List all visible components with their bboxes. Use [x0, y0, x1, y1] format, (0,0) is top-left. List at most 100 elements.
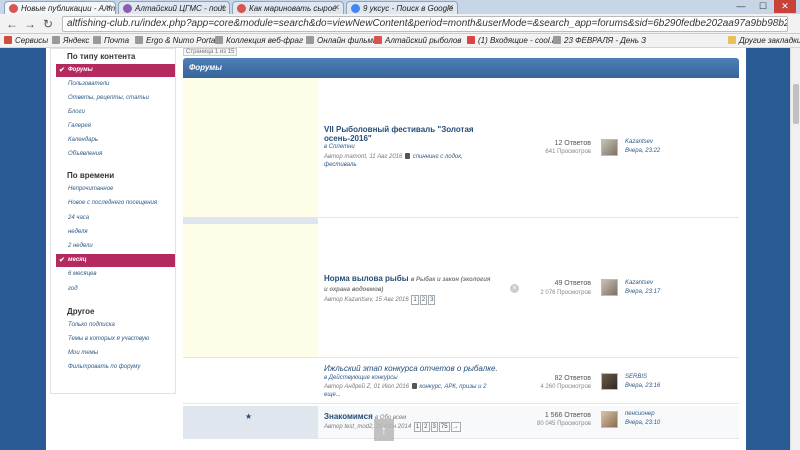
window-controls: — ☐ ✕: [730, 0, 796, 14]
sidebar-item-6months[interactable]: 6 месяцев: [56, 268, 175, 281]
browser-tab-2[interactable]: Алтайский ЦГМС - поис ✕: [118, 1, 230, 14]
bookmark-altfishing[interactable]: Алтайский рыболов: [374, 36, 461, 45]
section-title: Форумы: [189, 63, 223, 72]
topic-title[interactable]: Норма вылова рыбы: [324, 274, 409, 283]
topic-title-link[interactable]: Норма вылова рыбы в Рыбак и закон (эколо…: [324, 274, 494, 294]
last-post-date[interactable]: Вчера, 23:22: [625, 148, 660, 154]
view-count: 80 045 Просмотров: [537, 421, 591, 427]
window-close-icon[interactable]: ✕: [774, 0, 796, 13]
forum-link[interactable]: в Действующие конкурсы: [324, 375, 398, 381]
page-scrollbar[interactable]: [790, 48, 800, 450]
topic-forum-link[interactable]: в Действующие конкурсы: [324, 374, 398, 382]
topic-title-link[interactable]: Ижльский этап конкурса отчетов о рыбалке…: [324, 364, 498, 373]
sidebar-item-2weeks[interactable]: 2 недели: [56, 240, 175, 253]
last-poster-link[interactable]: Kazantsev: [625, 280, 653, 286]
sidebar-item-calendar[interactable]: Календарь: [56, 134, 175, 147]
sidebar-item-ads[interactable]: Объявления: [56, 148, 175, 161]
topic-meta: Автор Андрей Z, 01 Июл 2016 конкурс, АРК…: [324, 383, 499, 399]
bookmark-mail[interactable]: Почта: [93, 36, 129, 45]
site-favicon-icon: [9, 4, 18, 13]
last-post-date[interactable]: Вчера, 23:16: [625, 383, 660, 389]
sidebar-item-unread[interactable]: Непрочитанное: [56, 183, 175, 196]
bookmark-films[interactable]: Онлайн фильмы: [306, 36, 379, 45]
last-poster-link[interactable]: пенсионер: [625, 411, 655, 417]
tab-title: Как мариновать сырое: [249, 4, 337, 13]
page-icon: [215, 36, 223, 44]
page-link[interactable]: 1: [413, 422, 422, 432]
topic-title[interactable]: Знакомимся: [324, 412, 373, 421]
avatar[interactable]: [601, 279, 618, 296]
tab-title: Алтайский ЦГМС - поис: [135, 4, 227, 13]
page-link[interactable]: 2: [422, 422, 430, 432]
bookmark-label: (1) Входящие - cool.a: [478, 36, 557, 45]
bookmark-inbox[interactable]: (1) Входящие - cool.a: [467, 36, 556, 45]
avatar[interactable]: [601, 373, 618, 390]
sidebar-item-since-last-visit[interactable]: Новое с последнего посещения: [56, 197, 175, 210]
last-post-date[interactable]: Вчера, 23:17: [625, 289, 660, 295]
url-text: altfishing-club.ru/index.php?app=core&mo…: [67, 18, 788, 29]
pagination-button[interactable]: Страница 1 из 15: [183, 48, 238, 56]
reload-icon[interactable]: ↻: [40, 16, 56, 32]
sidebar-item-blogs[interactable]: Блоги: [56, 106, 175, 119]
maximize-icon[interactable]: ☐: [752, 0, 774, 13]
sidebar-item-subscribed[interactable]: Только подписка: [56, 319, 175, 332]
browser-toolbar: ← → ↻ altfishing-club.ru/index.php?app=c…: [0, 14, 800, 34]
topic-author-date: Автор mamont, 11 Авг 2016: [324, 154, 403, 160]
scroll-to-top-button[interactable]: ↑: [374, 419, 394, 441]
sidebar-item-forums[interactable]: Форумы: [56, 64, 175, 77]
browser-tab-4[interactable]: 9 уксус - Поиск в Google ✕: [346, 1, 458, 14]
sidebar-item-filter-forum[interactable]: Фильтровать по форуму: [56, 361, 175, 374]
page-link[interactable]: 1: [411, 295, 419, 305]
avatar[interactable]: [601, 411, 618, 428]
last-post-date[interactable]: Вчера, 23:10: [625, 420, 660, 426]
sidebar-item-week[interactable]: неделя: [56, 226, 175, 239]
bookmark-label: 23 ФЕВРАЛЯ - День З: [564, 36, 647, 45]
avatar[interactable]: [601, 139, 618, 156]
tab-title: Новые публикации - Алт: [21, 4, 116, 13]
bookmark-feb23[interactable]: 23 ФЕВРАЛЯ - День З: [553, 36, 646, 45]
close-tab-icon[interactable]: ✕: [105, 3, 112, 12]
scrollbar-thumb[interactable]: [793, 84, 799, 124]
close-tab-icon[interactable]: ✕: [333, 3, 340, 12]
site-favicon-icon: [374, 36, 382, 44]
sidebar-section-title: Другое: [67, 307, 95, 316]
sidebar-item-gallery[interactable]: Галерея: [56, 120, 175, 133]
page-link[interactable]: 3: [428, 295, 436, 305]
bookmark-star-icon[interactable]: ☆: [774, 17, 783, 31]
topic-title-link[interactable]: VII Рыболовный фестиваль "Золотая осень-…: [324, 125, 494, 143]
back-arrow-icon[interactable]: ←: [4, 16, 20, 32]
topic-status-cell: [183, 358, 318, 403]
sidebar-item-24h[interactable]: 24 часа: [56, 212, 175, 225]
sidebar-item-month[interactable]: месяц: [56, 254, 175, 267]
address-bar[interactable]: altfishing-club.ru/index.php?app=core&mo…: [62, 16, 788, 32]
page-link[interactable]: 75: [438, 422, 450, 432]
sidebar-item-my-topics[interactable]: Мои темы: [56, 347, 175, 360]
last-poster-link[interactable]: SERBIS: [625, 374, 647, 380]
page-link[interactable]: →: [450, 422, 461, 432]
forum-link[interactable]: в Сплетни: [324, 144, 355, 150]
topic-author-date: Автор Kazantsev, 15 Авг 2016: [324, 297, 409, 303]
topic-meta: Автор Kazantsev, 15 Авг 2016 123: [324, 295, 436, 305]
close-tab-icon[interactable]: ✕: [447, 3, 454, 12]
last-poster-link[interactable]: Kazantsev: [625, 139, 653, 145]
bookmark-ergo[interactable]: Ergo & Numo Portal: [135, 36, 217, 45]
sidebar-item-answers[interactable]: Ответы, рецепты, статьи: [56, 92, 175, 105]
browser-tab-3[interactable]: Как мариновать сырое ✕: [232, 1, 344, 14]
bookmark-services[interactable]: Сервисы: [4, 36, 48, 45]
browser-tab-1[interactable]: Новые публикации - Алт ✕: [4, 1, 116, 14]
forward-arrow-icon[interactable]: →: [22, 16, 38, 32]
reply-count: 49 Ответов: [554, 280, 591, 287]
page-link[interactable]: 3: [430, 422, 438, 432]
bookmark-yandex[interactable]: Яндекс: [52, 36, 89, 45]
bookmark-web-fragments[interactable]: Коллекция веб-фраг: [215, 36, 303, 45]
bookmark-other[interactable]: Другие закладки: [728, 36, 800, 45]
topic-forum-link[interactable]: в Сплетни: [324, 143, 355, 151]
mail-icon: [467, 36, 475, 44]
sidebar-item-year[interactable]: год: [56, 283, 175, 296]
sidebar-item-participated[interactable]: Темы в которых я участвую: [56, 333, 175, 346]
sidebar-item-users[interactable]: Пользователи: [56, 78, 175, 91]
close-tab-icon[interactable]: ✕: [219, 3, 226, 12]
bookmark-label: Яндекс: [63, 36, 90, 45]
page-link[interactable]: 2: [419, 295, 428, 305]
minimize-icon[interactable]: —: [730, 0, 752, 13]
